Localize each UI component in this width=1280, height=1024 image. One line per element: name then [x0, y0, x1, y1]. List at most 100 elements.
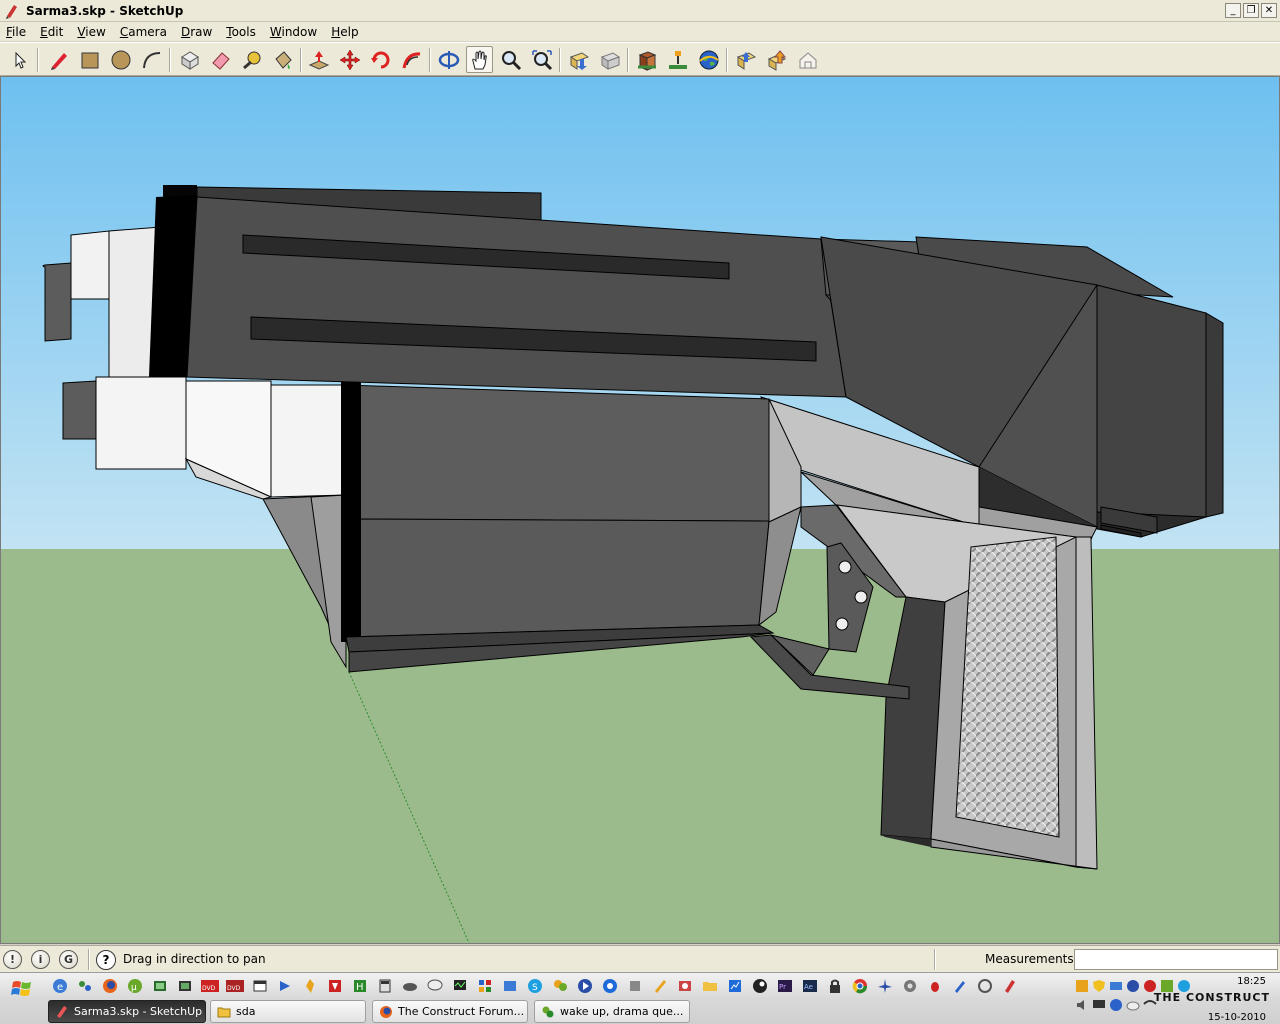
quicklaunch-arrow-icon[interactable] — [275, 976, 295, 996]
make-component-tool-button[interactable] — [176, 46, 203, 73]
quicklaunch-media-icon[interactable] — [575, 976, 595, 996]
menu-file[interactable]: File — [6, 25, 26, 39]
quicklaunch-bug-icon[interactable] — [925, 976, 945, 996]
quicklaunch-h-icon[interactable]: H — [350, 976, 370, 996]
close-button[interactable]: ✕ — [1261, 3, 1277, 18]
circle-tool-button[interactable] — [107, 46, 134, 73]
tray-java-icon[interactable] — [1109, 998, 1123, 1012]
start-button[interactable] — [6, 975, 38, 1003]
eraser-tool-button[interactable] — [207, 46, 234, 73]
clock-time[interactable]: 18:25 — [1237, 976, 1266, 987]
orbit-tool-button[interactable] — [435, 46, 462, 73]
quicklaunch-plane-icon[interactable] — [875, 976, 895, 996]
rectangle-tool-button[interactable] — [76, 46, 103, 73]
toggle-terrain-button[interactable] — [732, 46, 759, 73]
tray-shield-icon[interactable] — [1092, 979, 1106, 993]
quicklaunch-messenger-icon[interactable] — [550, 976, 570, 996]
quicklaunch-chrome-icon[interactable] — [850, 976, 870, 996]
quicklaunch-winamp-icon[interactable] — [300, 976, 320, 996]
quicklaunch-chart-icon[interactable] — [725, 976, 745, 996]
taskbar-window-chat[interactable]: wake up, drama que... — [534, 1000, 690, 1023]
taskbar-window-sketchup[interactable]: Sarma3.skp - SketchUp — [48, 1000, 206, 1023]
tray-display-icon[interactable] — [1092, 998, 1106, 1012]
quicklaunch-flash-icon[interactable] — [325, 976, 345, 996]
quicklaunch-dvd-icon[interactable]: DVD — [200, 976, 220, 996]
rotate-tool-button[interactable] — [367, 46, 394, 73]
quicklaunch-game-icon[interactable] — [400, 976, 420, 996]
measurements-input[interactable] — [1074, 949, 1278, 970]
minimize-button[interactable]: _ — [1225, 3, 1241, 18]
system-tray: THE CONSTRUCT 18:25 15-10-2010 — [1075, 973, 1280, 1024]
pan-tool-button[interactable] — [466, 46, 493, 73]
quicklaunch-sat-icon[interactable] — [975, 976, 995, 996]
menu-edit[interactable]: Edit — [40, 25, 63, 39]
quicklaunch-window-icon[interactable] — [250, 976, 270, 996]
toolbar-separator — [169, 48, 171, 72]
follow-me-tool-button[interactable] — [398, 46, 425, 73]
menu-window[interactable]: Window — [270, 25, 317, 39]
zoom-extents-tool-button[interactable] — [528, 46, 555, 73]
quicklaunch-ie-icon[interactable]: e — [50, 976, 70, 996]
zoom-tool-button[interactable] — [497, 46, 524, 73]
clock-date[interactable]: 15-10-2010 — [1208, 1012, 1266, 1023]
taskbar-window-folder[interactable]: sda — [210, 1000, 366, 1023]
quicklaunch-skype-icon[interactable]: S — [525, 976, 545, 996]
quicklaunch-firefox-icon[interactable] — [100, 976, 120, 996]
quicklaunch-network-icon[interactable] — [75, 976, 95, 996]
quicklaunch-grid-icon[interactable] — [475, 976, 495, 996]
quicklaunch-settings-icon[interactable] — [900, 976, 920, 996]
geo-location-icon[interactable]: ! — [3, 950, 22, 969]
extension-button[interactable] — [794, 46, 821, 73]
quicklaunch-monitor-icon[interactable] — [450, 976, 470, 996]
tape-measure-tool-button[interactable] — [238, 46, 265, 73]
push-pull-tool-button[interactable] — [305, 46, 332, 73]
quicklaunch-flag-icon[interactable] — [500, 976, 520, 996]
modeling-viewport[interactable] — [0, 76, 1280, 944]
menu-camera[interactable]: Camera — [120, 25, 167, 39]
move-tool-button[interactable] — [336, 46, 363, 73]
menu-tools[interactable]: Tools — [226, 25, 256, 39]
close-icon: ✕ — [1264, 4, 1274, 16]
credits-icon[interactable]: i — [31, 950, 50, 969]
quicklaunch-film-icon[interactable] — [150, 976, 170, 996]
quicklaunch-photo-icon[interactable] — [675, 976, 695, 996]
quicklaunch-calc-icon[interactable] — [375, 976, 395, 996]
tray-antivirus-icon[interactable] — [1075, 979, 1089, 993]
paint-bucket-tool-button[interactable] — [269, 46, 296, 73]
quicklaunch-premiere-icon[interactable]: Pr — [775, 976, 795, 996]
quicklaunch-utorrent-icon[interactable]: µ — [125, 976, 145, 996]
taskbar-window-firefox[interactable]: The Construct Forum... — [372, 1000, 528, 1023]
quicklaunch-tool-icon[interactable] — [625, 976, 645, 996]
quicklaunch-folder-icon[interactable] — [700, 976, 720, 996]
help-icon[interactable]: ? — [96, 950, 116, 970]
pencil-tool-button[interactable] — [45, 46, 72, 73]
get-models-icon — [569, 51, 589, 70]
preview-in-google-earth-button[interactable] — [763, 46, 790, 73]
select-tool-button[interactable] — [6, 46, 33, 73]
tray-volume-icon[interactable] — [1075, 998, 1089, 1012]
google-earth-button[interactable] — [695, 46, 722, 73]
quicklaunch-pen-icon[interactable] — [650, 976, 670, 996]
quicklaunch-chat-icon[interactable] — [425, 976, 445, 996]
quicklaunch-steam2-icon[interactable] — [750, 976, 770, 996]
place-model-button[interactable] — [664, 46, 691, 73]
get-models-button[interactable] — [565, 46, 592, 73]
arc-tool-button[interactable] — [138, 46, 165, 73]
quicklaunch-lock-icon[interactable] — [825, 976, 845, 996]
menu-help[interactable]: Help — [331, 25, 358, 39]
share-model-button[interactable] — [596, 46, 623, 73]
get-photo-texture-button[interactable] — [633, 46, 660, 73]
quicklaunch-aftereffects-icon[interactable]: Ae — [800, 976, 820, 996]
quicklaunch-steam-icon[interactable] — [600, 976, 620, 996]
tray-cloud-icon[interactable] — [1126, 998, 1140, 1012]
quicklaunch-paint-icon[interactable] — [950, 976, 970, 996]
quicklaunch-sketchup-icon[interactable] — [1000, 976, 1020, 996]
restore-button[interactable]: ❐ — [1243, 3, 1259, 18]
menu-view[interactable]: View — [77, 25, 105, 39]
quicklaunch-dvd2-icon[interactable]: DVD — [225, 976, 245, 996]
user-icon[interactable]: G — [59, 950, 78, 969]
tray-bluetooth-icon[interactable] — [1126, 979, 1140, 993]
tray-network-icon[interactable] — [1109, 979, 1123, 993]
quicklaunch-video-icon[interactable] — [175, 976, 195, 996]
menu-draw[interactable]: Draw — [181, 25, 212, 39]
